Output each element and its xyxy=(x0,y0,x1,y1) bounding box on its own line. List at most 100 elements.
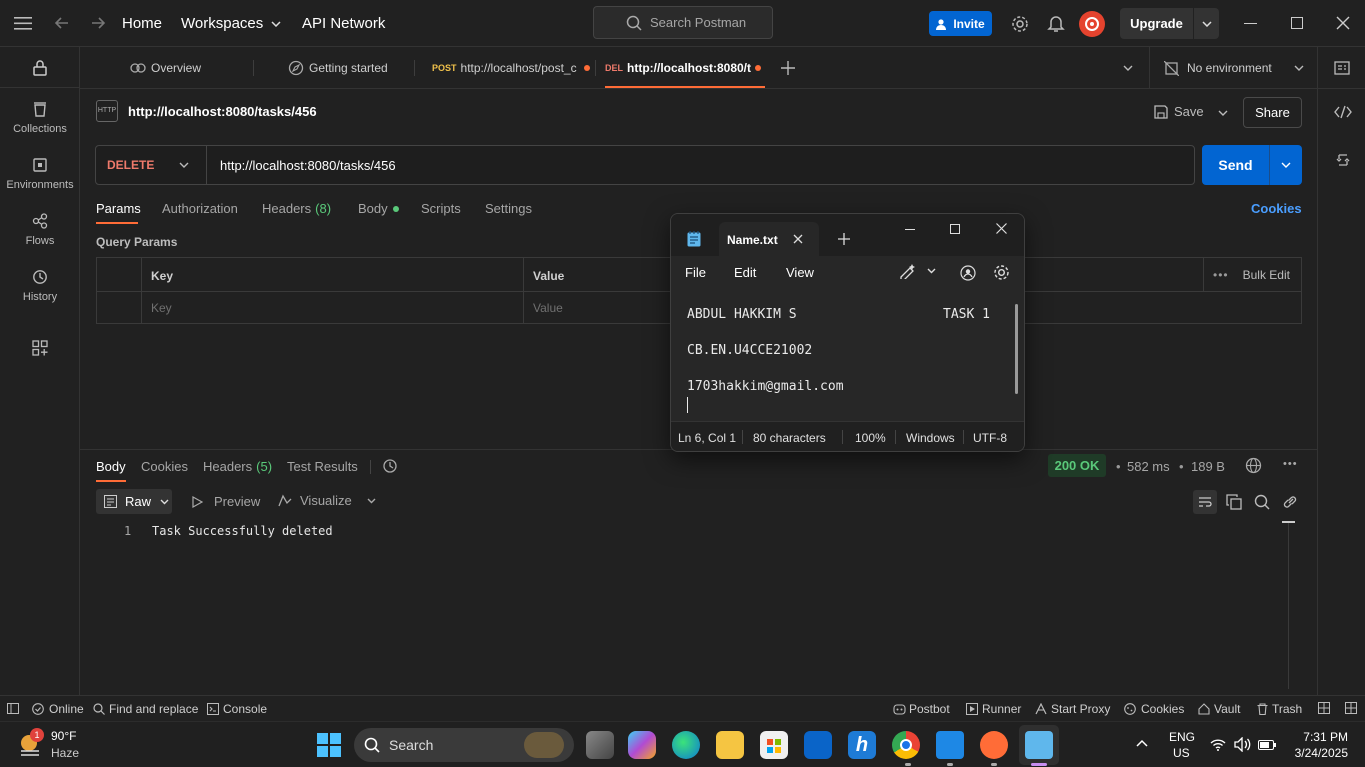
format-selector-raw[interactable]: Raw xyxy=(96,489,172,514)
response-body-text[interactable]: Task Successfully deleted xyxy=(152,524,333,538)
status-badge[interactable]: 200 OK xyxy=(1048,454,1106,477)
forward-arrow-icon[interactable] xyxy=(90,15,106,31)
avatar[interactable] xyxy=(1079,11,1105,37)
method-selector[interactable]: DELETE xyxy=(96,146,207,184)
taskbar-search[interactable]: Search xyxy=(354,728,574,762)
tab-getting-started[interactable]: Getting started xyxy=(288,47,413,89)
request-name[interactable]: http://localhost:8080/tasks/456 xyxy=(128,104,317,119)
runner-button[interactable]: Runner xyxy=(966,702,1021,716)
vault-button[interactable]: Vault xyxy=(1198,702,1240,716)
tab-params[interactable]: Params xyxy=(96,201,141,216)
menu-view[interactable]: View xyxy=(786,265,814,280)
bulk-edit-button[interactable]: ••• Bulk Edit xyxy=(1213,268,1290,282)
workspaces-menu[interactable]: Workspaces xyxy=(181,15,281,32)
save-button[interactable]: Save xyxy=(1154,104,1204,119)
maximize-button[interactable] xyxy=(950,224,960,234)
tab-headers[interactable]: Headers (8) xyxy=(262,201,331,216)
postbot-button[interactable]: Postbot xyxy=(893,702,950,716)
windows-start-icon[interactable] xyxy=(317,733,341,757)
start-proxy-button[interactable]: Start Proxy xyxy=(1035,702,1110,716)
back-arrow-icon[interactable] xyxy=(54,15,70,31)
minimize-button[interactable] xyxy=(905,229,915,230)
sidebar-item-environments[interactable]: Environments xyxy=(0,157,80,191)
clock-time[interactable]: 7:31 PM xyxy=(1302,730,1348,744)
settings-gear-icon[interactable] xyxy=(1011,15,1029,33)
send-button[interactable]: Send xyxy=(1202,157,1269,173)
notepad-settings-gear-icon[interactable] xyxy=(993,264,1010,281)
response-tab-cookies[interactable]: Cookies xyxy=(141,459,188,474)
chrome-browser-icon[interactable] xyxy=(892,731,920,759)
chevron-down-icon[interactable] xyxy=(1202,20,1212,27)
response-size[interactable]: 189 B xyxy=(1191,459,1225,474)
response-more-options-icon[interactable]: ••• xyxy=(1283,458,1298,470)
wifi-icon[interactable] xyxy=(1210,738,1226,751)
line-ending[interactable]: Windows xyxy=(906,431,955,445)
link-icon[interactable] xyxy=(1282,494,1298,510)
notepad-tab[interactable]: Name.txt xyxy=(719,222,819,256)
related-collections-icon[interactable] xyxy=(1336,153,1350,167)
close-window-button[interactable] xyxy=(1336,16,1350,30)
notifications-bell-icon[interactable] xyxy=(1047,14,1065,33)
wrap-lines-icon[interactable] xyxy=(1193,490,1217,514)
menu-file[interactable]: File xyxy=(685,265,706,280)
search-response-icon[interactable] xyxy=(1254,494,1270,510)
hamburger-menu-icon[interactable] xyxy=(14,15,32,31)
cookies-button[interactable]: Cookies xyxy=(1124,702,1184,716)
response-history-icon[interactable] xyxy=(382,458,398,474)
vscode-icon[interactable] xyxy=(936,731,964,759)
environment-selector[interactable]: No environment xyxy=(1164,47,1304,89)
tab-scripts[interactable]: Scripts xyxy=(421,201,461,216)
response-scrollbar-track[interactable] xyxy=(1288,521,1289,689)
outlook-icon[interactable] xyxy=(804,731,832,759)
encoding[interactable]: UTF-8 xyxy=(973,431,1007,445)
environment-quick-look-icon[interactable] xyxy=(1334,60,1350,76)
toggle-sidebar-icon[interactable] xyxy=(7,703,19,714)
notepad-taskbar-icon[interactable] xyxy=(1025,731,1053,759)
microsoft-store-icon[interactable] xyxy=(760,731,788,759)
api-network-link[interactable]: API Network xyxy=(302,15,385,32)
language-indicator[interactable]: ENG xyxy=(1169,730,1195,744)
zoom-level[interactable]: 100% xyxy=(855,431,886,445)
notepad-editor[interactable]: ABDUL HAKKIM S TASK 1 CB.EN.U4CCE21002 1… xyxy=(671,290,1024,421)
globe-icon[interactable] xyxy=(1245,457,1262,474)
tabs-dropdown-chevron-icon[interactable] xyxy=(1123,65,1133,71)
lock-icon[interactable] xyxy=(32,60,48,76)
restore-button[interactable] xyxy=(1291,17,1303,29)
share-button[interactable]: Share xyxy=(1243,97,1302,128)
upgrade-button[interactable]: Upgrade xyxy=(1120,16,1193,31)
notepad-scrollbar[interactable] xyxy=(1015,304,1018,394)
close-tab-icon[interactable] xyxy=(793,234,803,244)
find-and-replace-button[interactable]: Find and replace xyxy=(93,702,198,716)
invite-button[interactable]: Invite xyxy=(929,11,992,36)
new-tab-plus-icon[interactable] xyxy=(838,233,850,245)
response-tab-test-results[interactable]: Test Results xyxy=(287,459,358,474)
visualize-button[interactable]: Visualize xyxy=(277,493,376,508)
copilot-icon[interactable] xyxy=(628,731,656,759)
send-options-chevron-icon[interactable] xyxy=(1281,162,1291,168)
sidebar-item-history[interactable]: History xyxy=(0,269,80,303)
file-explorer-icon[interactable] xyxy=(716,731,744,759)
tab-authorization[interactable]: Authorization xyxy=(162,201,238,216)
home-link[interactable]: Home xyxy=(122,15,162,32)
minimize-button[interactable] xyxy=(1244,23,1257,24)
code-icon[interactable] xyxy=(1334,105,1352,119)
menu-edit[interactable]: Edit xyxy=(734,265,756,280)
response-tab-headers[interactable]: Headers (5) xyxy=(203,459,272,474)
weather-temp[interactable]: 90°F xyxy=(51,729,76,743)
response-time[interactable]: 582 ms xyxy=(1127,459,1170,474)
tab-delete-request[interactable]: DEL http://localhost:8080/ta xyxy=(605,47,765,89)
tab-overview[interactable]: Overview xyxy=(130,47,250,89)
edge-browser-icon[interactable] xyxy=(672,731,700,759)
trash-button[interactable]: Trash xyxy=(1257,702,1302,716)
tab-post-request[interactable]: POST http://localhost/post_c xyxy=(432,47,592,89)
value-input[interactable]: Value xyxy=(533,301,563,315)
cookies-link[interactable]: Cookies xyxy=(1251,201,1302,216)
new-tab-plus-icon[interactable] xyxy=(781,61,795,75)
response-scrollbar-thumb[interactable] xyxy=(1282,521,1295,523)
more-options-icon[interactable]: ••• xyxy=(1213,268,1229,282)
search-input[interactable]: Search Postman xyxy=(593,6,773,39)
key-input[interactable]: Key xyxy=(151,301,172,315)
show-hidden-icons-chevron-icon[interactable] xyxy=(1136,739,1148,747)
tab-settings[interactable]: Settings xyxy=(485,201,532,216)
task-view-icon[interactable] xyxy=(586,731,614,759)
